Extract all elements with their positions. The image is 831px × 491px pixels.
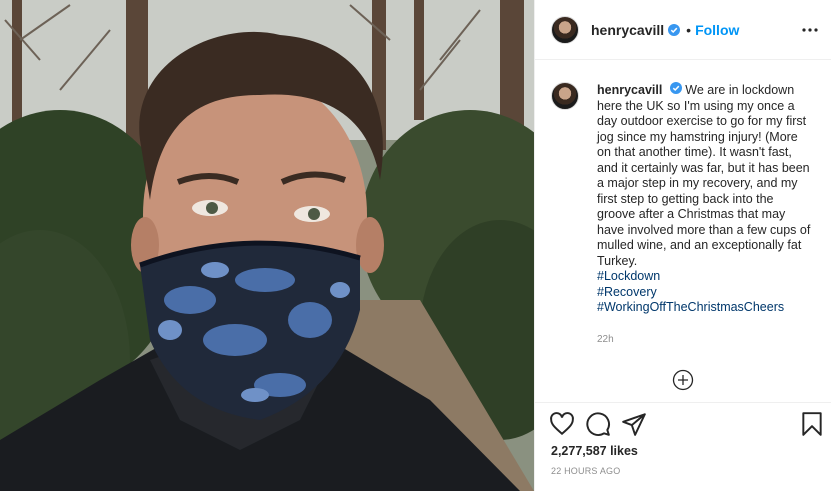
- heart-icon[interactable]: [549, 411, 575, 437]
- post-image[interactable]: [0, 0, 534, 491]
- caption-time: 22h: [597, 333, 614, 345]
- header-username[interactable]: henrycavill: [591, 22, 664, 38]
- load-more-comments-icon[interactable]: [672, 369, 694, 391]
- separator-dot: •: [686, 21, 692, 38]
- avatar[interactable]: [551, 15, 579, 44]
- caption: henrycavill We are in lockdown here the …: [597, 82, 811, 347]
- action-bar: 2,277,587 likes 22 HOURS AGO: [535, 402, 831, 491]
- verified-badge-icon: [669, 82, 682, 94]
- more-options-icon[interactable]: [798, 18, 822, 42]
- hashtag-lockdown[interactable]: #Lockdown: [597, 269, 811, 285]
- post-header: henrycavill • Follow: [535, 0, 831, 60]
- post-side-panel: henrycavill • Follow henrycavill We are …: [534, 0, 831, 491]
- share-icon[interactable]: [621, 411, 647, 437]
- caption-avatar[interactable]: [551, 82, 579, 110]
- caption-text: We are in lockdown here the UK so I'm us…: [597, 83, 811, 268]
- selfie-illustration: [0, 0, 534, 491]
- follow-button[interactable]: Follow: [695, 22, 739, 38]
- hashtag-working-off[interactable]: #WorkingOffTheChristmasCheers: [597, 300, 811, 316]
- hashtag-recovery[interactable]: #Recovery: [597, 285, 811, 301]
- bookmark-icon[interactable]: [799, 411, 825, 437]
- verified-badge-icon: [668, 23, 681, 36]
- likes-count[interactable]: 2,277,587 likes: [551, 444, 638, 458]
- comment-icon[interactable]: [585, 411, 611, 437]
- caption-username[interactable]: henrycavill: [597, 83, 662, 97]
- post-timestamp[interactable]: 22 HOURS AGO: [551, 466, 620, 476]
- caption-block: henrycavill We are in lockdown here the …: [551, 82, 821, 347]
